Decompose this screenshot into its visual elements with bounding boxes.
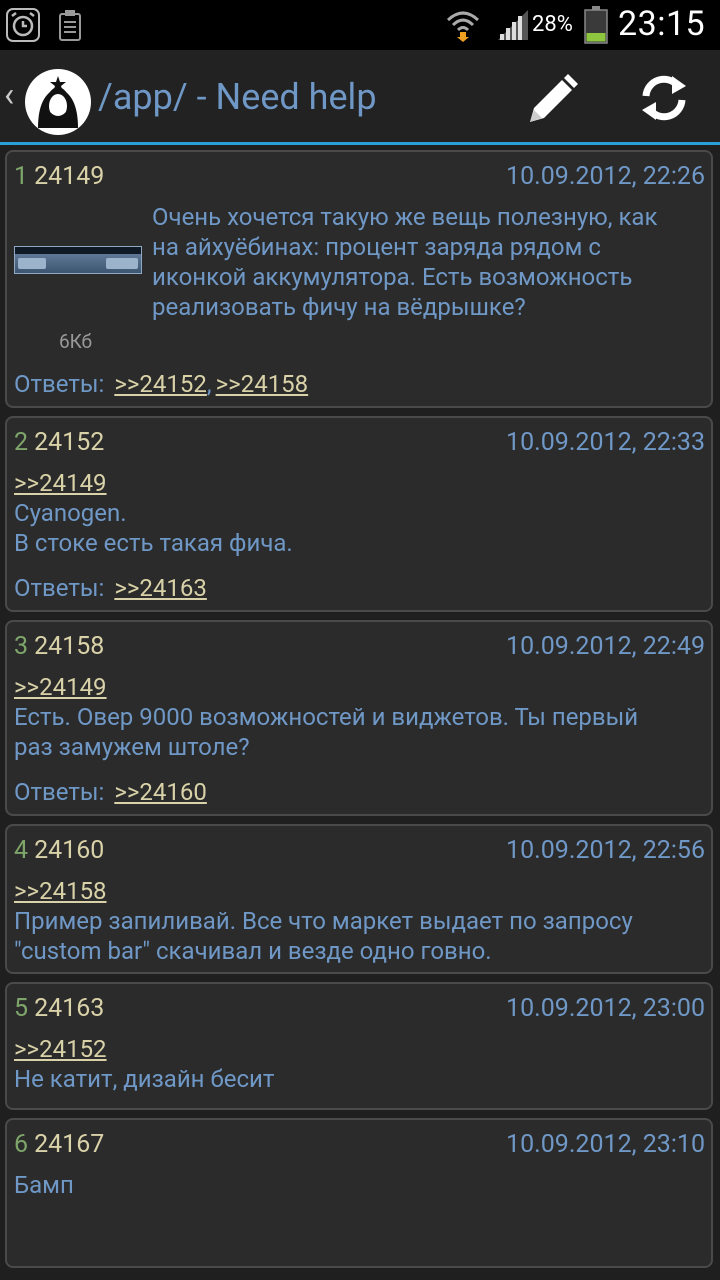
post[interactable]: 2 24152 10.09.2012, 22:33 >>24149 Cyanoge…: [5, 416, 713, 612]
board-name: /app/: [98, 76, 188, 118]
post-text: Бамп: [14, 1170, 74, 1200]
post[interactable]: 5 24163 10.09.2012, 23:00 >>24152 Не кати…: [5, 982, 713, 1110]
post-index: 4: [14, 836, 29, 865]
post-number[interactable]: 24167: [34, 1130, 104, 1159]
post-header: 1 24149: [14, 162, 104, 191]
post-text-line: Бамп: [14, 1171, 74, 1199]
action-bar: ‹ /app/ - Need help: [0, 50, 720, 145]
post-text-line: на айхуёбинах: процент заряда рядом с: [152, 233, 601, 261]
post-number[interactable]: 24163: [34, 994, 104, 1023]
post-text-line: иконкой аккумулятора. Есть возможность: [152, 263, 633, 291]
post-index: 5: [14, 994, 29, 1023]
post-index: 6: [14, 1130, 29, 1159]
reply-link[interactable]: >>24158: [216, 370, 309, 398]
post-header: 6 24167: [14, 1130, 104, 1159]
reply-link[interactable]: >>24160: [114, 778, 207, 806]
refresh-icon[interactable]: [636, 70, 692, 126]
post-number[interactable]: 24152: [34, 428, 104, 457]
edit-icon[interactable]: [522, 70, 582, 130]
post-index: 1: [14, 162, 29, 191]
back-chevron-icon[interactable]: ‹: [4, 78, 14, 112]
quote-link[interactable]: >>24149: [14, 469, 107, 497]
alarm-icon: [6, 8, 40, 42]
post[interactable]: 1 24149 10.09.2012, 22:26 6Кб Очень хочет…: [5, 150, 713, 408]
post-header: 5 24163: [14, 994, 104, 1023]
post-text: Очень хочется такую же вещь полезную, ка…: [152, 202, 657, 322]
wifi-icon: [446, 11, 480, 42]
post-text-line: Есть. Овер 9000 возможностей и виджетов.…: [14, 703, 639, 731]
post-text-line: Пример запиливай. Все что маркет выдает …: [14, 907, 633, 935]
post-date: 10.09.2012, 22:49: [506, 632, 705, 661]
post[interactable]: 6 24167 10.09.2012, 23:10 Бамп: [5, 1118, 713, 1268]
post-text-line: Очень хочется такую же вещь полезную, ка…: [152, 203, 658, 231]
post-header: 4 24160: [14, 836, 104, 865]
post-date: 10.09.2012, 22:56: [506, 836, 705, 865]
thread-name: Need help: [215, 76, 377, 118]
post-header: 2 24152: [14, 428, 104, 457]
clipboard-icon: [59, 10, 81, 41]
title-separator: -: [196, 76, 207, 118]
quote-link[interactable]: >>24149: [14, 673, 107, 701]
post-date: 10.09.2012, 23:10: [506, 1130, 705, 1159]
post[interactable]: 4 24160 10.09.2012, 22:56 >>24158 Пример …: [5, 824, 713, 974]
anonymous-logo[interactable]: [24, 68, 92, 136]
post-number[interactable]: 24158: [34, 632, 104, 661]
answers-label: Ответы:: [14, 574, 105, 602]
post[interactable]: 3 24158 10.09.2012, 22:49 >>24149 Есть. О…: [5, 620, 713, 816]
post-date: 10.09.2012, 23:00: [506, 994, 705, 1023]
reply-link[interactable]: >>24163: [114, 574, 207, 602]
attachment-size: 6Кб: [59, 330, 93, 353]
status-bar: 28% 23:15: [0, 0, 720, 50]
thread-title: /app/ - Need help: [98, 76, 377, 118]
post-answers: Ответы: >>24152, >>24158: [14, 370, 309, 398]
post-text: >>24149 Есть. Овер 9000 возможностей и в…: [14, 672, 638, 762]
quote-link[interactable]: >>24158: [14, 877, 107, 905]
post-text: >>24158 Пример запиливай. Все что маркет…: [14, 876, 633, 966]
attachment-thumbnail[interactable]: [14, 246, 142, 274]
post-header: 3 24158: [14, 632, 104, 661]
battery-percent: 28%: [532, 12, 573, 37]
post-text-line: реализовать фичу на вёдрышке?: [152, 293, 526, 321]
post-answers: Ответы: >>24160: [14, 778, 207, 806]
post-number[interactable]: 24160: [34, 836, 104, 865]
post-number[interactable]: 24149: [34, 162, 104, 191]
answers-label: Ответы:: [14, 778, 105, 806]
post-text-line: Не катит, дизайн бесит: [14, 1065, 275, 1093]
post-text-line: В стоке есть такая фича.: [14, 529, 293, 557]
battery-icon: [584, 6, 608, 44]
post-text-line: раз замужем штоле?: [14, 733, 250, 761]
post-text: >>24152 Не катит, дизайн бесит: [14, 1034, 274, 1094]
post-text-line: Cyanogen.: [14, 499, 127, 527]
answers-label: Ответы:: [14, 370, 105, 398]
quote-link[interactable]: >>24152: [14, 1035, 107, 1063]
post-text-line: "custom bar" скачивал и везде одно говно…: [14, 937, 492, 965]
clock: 23:15: [618, 4, 706, 44]
post-date: 10.09.2012, 22:33: [506, 428, 705, 457]
post-answers: Ответы: >>24163: [14, 574, 207, 602]
signal-icon: [498, 10, 528, 40]
reply-link[interactable]: >>24152: [114, 370, 207, 398]
post-date: 10.09.2012, 22:26: [506, 162, 705, 191]
post-index: 3: [14, 632, 29, 661]
post-index: 2: [14, 428, 29, 457]
post-text: >>24149 Cyanogen. В стоке есть такая фич…: [14, 468, 293, 558]
